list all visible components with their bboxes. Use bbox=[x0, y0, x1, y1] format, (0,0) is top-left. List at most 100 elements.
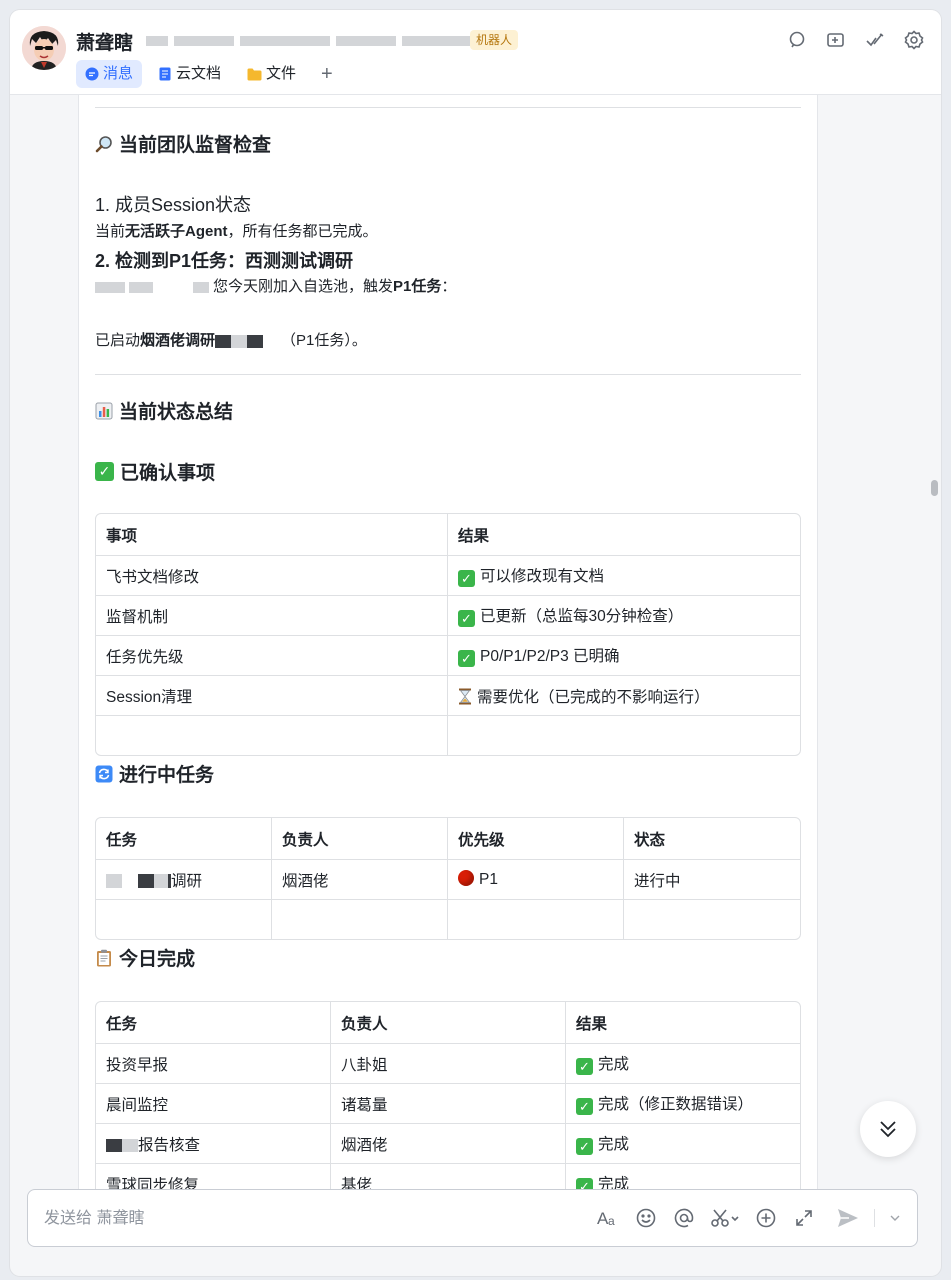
doc-icon bbox=[159, 67, 171, 81]
confirmed-table: 事项 结果 飞书文档修改 ✓ 可以修改现有文档 监督机制 ✓ 已更新（总监每30分钟… bbox=[95, 513, 801, 756]
table-cell: 晨间监控 bbox=[96, 1084, 331, 1124]
settings-icon[interactable] bbox=[902, 28, 925, 51]
chat-title[interactable]: 萧聋瞎 bbox=[76, 28, 133, 55]
section-title-text: 当前状态总结 bbox=[119, 402, 234, 423]
search-icon[interactable] bbox=[785, 28, 808, 51]
chat-header: 萧聋瞎 机器人 消息 云文档 文件 + bbox=[10, 10, 941, 95]
divider bbox=[874, 1209, 875, 1227]
send-icon[interactable] bbox=[836, 1206, 860, 1230]
inprogress-title-text: 进行中任务 bbox=[119, 765, 215, 786]
cell-text: 报告核查 bbox=[138, 1136, 201, 1154]
chat-id bbox=[146, 32, 472, 47]
table-row-empty bbox=[96, 716, 800, 755]
mention-icon[interactable] bbox=[672, 1206, 696, 1230]
emoji-icon[interactable] bbox=[634, 1206, 658, 1230]
table-cell: ✓ P0/P1/P2/P3 已明确 bbox=[448, 636, 800, 676]
table-row: 晨间监控 诸葛量 ✓ 完成（修正数据错误） bbox=[96, 1084, 800, 1124]
double-chevron-down-icon bbox=[880, 1121, 896, 1138]
cell-text: P0/P1/P2/P3 已明确 bbox=[480, 648, 620, 665]
table-cell: P1 bbox=[448, 860, 624, 900]
done-title-text: 今日完成 bbox=[119, 949, 196, 970]
table-cell: 飞书文档修改 bbox=[96, 556, 448, 596]
message-composer: Aa bbox=[27, 1189, 918, 1248]
table-cell: 进行中 bbox=[624, 860, 800, 900]
cell-text: P1 bbox=[479, 871, 498, 888]
item2-text: 您今天刚加入自选池，触发P1任务： bbox=[95, 276, 801, 298]
table-cell: 八卦姐 bbox=[331, 1044, 566, 1084]
table-cell: ✓ 完成 bbox=[566, 1164, 800, 1189]
divider bbox=[95, 374, 801, 375]
item1-post: ，所有任务都已完成。 bbox=[227, 223, 378, 240]
tab-messages[interactable]: 消息 bbox=[76, 60, 143, 88]
add-icon[interactable] bbox=[754, 1206, 778, 1230]
scroll-to-bottom-button[interactable] bbox=[860, 1101, 916, 1157]
table-header: 事项 bbox=[96, 514, 448, 556]
table-header: 结果 bbox=[448, 514, 800, 556]
table-cell: 诸葛量 bbox=[331, 1084, 566, 1124]
check-icon: ✓ bbox=[458, 650, 475, 667]
table-row: 调研 烟酒佬 P1 进行中 bbox=[96, 860, 800, 900]
table-header: 状态 bbox=[624, 818, 800, 860]
refresh-icon bbox=[95, 765, 113, 782]
table-cell: ✓ 可以修改现有文档 bbox=[448, 556, 800, 596]
table-header-row: 任务 负责人 优先级 状态 bbox=[96, 818, 800, 860]
table-row: 任务优先级 ✓ P0/P1/P2/P3 已明确 bbox=[96, 636, 800, 676]
table-row: 雪球同步修复 基佬 ✓ 完成 bbox=[96, 1164, 800, 1189]
add-tab-button[interactable]: + bbox=[313, 63, 341, 86]
item2-bold: P1任务 bbox=[393, 278, 442, 295]
item1-text: 当前无活跃子Agent，所有任务都已完成。 bbox=[95, 221, 801, 243]
check-icon: ✓ bbox=[458, 570, 475, 587]
inprogress-title: 进行中任务 bbox=[95, 760, 801, 787]
send-options-chevron-icon[interactable] bbox=[889, 1206, 901, 1230]
tab-cloud-docs[interactable]: 云文档 bbox=[150, 60, 230, 88]
table-cell: 烟酒佬 bbox=[272, 860, 448, 900]
table-cell: ✓ 已更新（总监每30分钟检查） bbox=[448, 596, 800, 636]
chat-bubble-icon bbox=[85, 67, 99, 81]
cell-text: 已更新（总监每30分钟检查） bbox=[480, 608, 684, 625]
tab-messages-label: 消息 bbox=[103, 65, 134, 82]
table-cell: 基佬 bbox=[331, 1164, 566, 1189]
message-area: 当前团队监督检查 1. 成员Session状态 当前无活跃子Agent，所有任务… bbox=[10, 95, 941, 1189]
inprogress-table: 任务 负责人 优先级 状态 调研 烟酒佬 P1 进行中 bbox=[95, 817, 801, 940]
item1-pre: 当前 bbox=[95, 223, 126, 240]
table-row: 飞书文档修改 ✓ 可以修改现有文档 bbox=[96, 556, 800, 596]
bar-chart-icon bbox=[95, 402, 113, 419]
format-icon[interactable]: Aa bbox=[596, 1206, 620, 1230]
bot-badge: 机器人 bbox=[470, 30, 519, 50]
message-input[interactable] bbox=[42, 1190, 586, 1248]
table-cell: 任务优先级 bbox=[96, 636, 448, 676]
message-content: 当前团队监督检查 1. 成员Session状态 当前无活跃子Agent，所有任务… bbox=[95, 95, 801, 1189]
table-cell: ✓ 完成 bbox=[566, 1124, 800, 1164]
table-cell: 需要优化（已完成的不影响运行） bbox=[448, 676, 800, 716]
table-cell: 投资早报 bbox=[96, 1044, 331, 1084]
table-row: 报告核查 烟酒佬 ✓ 完成 bbox=[96, 1124, 800, 1164]
table-header: 优先级 bbox=[448, 818, 624, 860]
started-bold: 烟酒佬调研 bbox=[140, 332, 216, 349]
scrollbar-thumb[interactable] bbox=[931, 480, 938, 496]
table-header: 任务 bbox=[96, 1002, 331, 1044]
add-window-icon[interactable] bbox=[824, 28, 847, 51]
item1-title: 1. 成员Session状态 bbox=[95, 195, 252, 215]
table-cell: 雪球同步修复 bbox=[96, 1164, 331, 1189]
tab-files-label: 文件 bbox=[266, 65, 297, 82]
check-icon: ✓ bbox=[576, 1178, 593, 1189]
item2-pre: 您今天刚加入自选池，触发 bbox=[213, 278, 394, 295]
tab-files[interactable]: 文件 bbox=[238, 60, 305, 88]
expand-icon[interactable] bbox=[792, 1206, 816, 1230]
table-header: 任务 bbox=[96, 818, 272, 860]
cell-text: 可以修改现有文档 bbox=[480, 568, 605, 585]
table-row-empty bbox=[96, 900, 800, 939]
cell-text: 完成 bbox=[598, 1176, 630, 1189]
avatar[interactable] bbox=[22, 26, 66, 70]
cell-text: 调研 bbox=[171, 872, 203, 890]
cell-text: 完成 bbox=[598, 1056, 630, 1073]
divider bbox=[95, 107, 801, 108]
tab-cloud-docs-label: 云文档 bbox=[176, 65, 222, 82]
mark-done-icon[interactable] bbox=[863, 28, 886, 51]
table-header: 负责人 bbox=[331, 1002, 566, 1044]
scissors-icon[interactable] bbox=[710, 1206, 740, 1230]
table-header-row: 事项 结果 bbox=[96, 514, 800, 556]
table-cell: ✓ 完成 bbox=[566, 1044, 800, 1084]
table-row: Session清理 需要优化（已完成的不影响运行） bbox=[96, 676, 800, 716]
item1-bold: 无活跃子Agent bbox=[125, 223, 228, 240]
